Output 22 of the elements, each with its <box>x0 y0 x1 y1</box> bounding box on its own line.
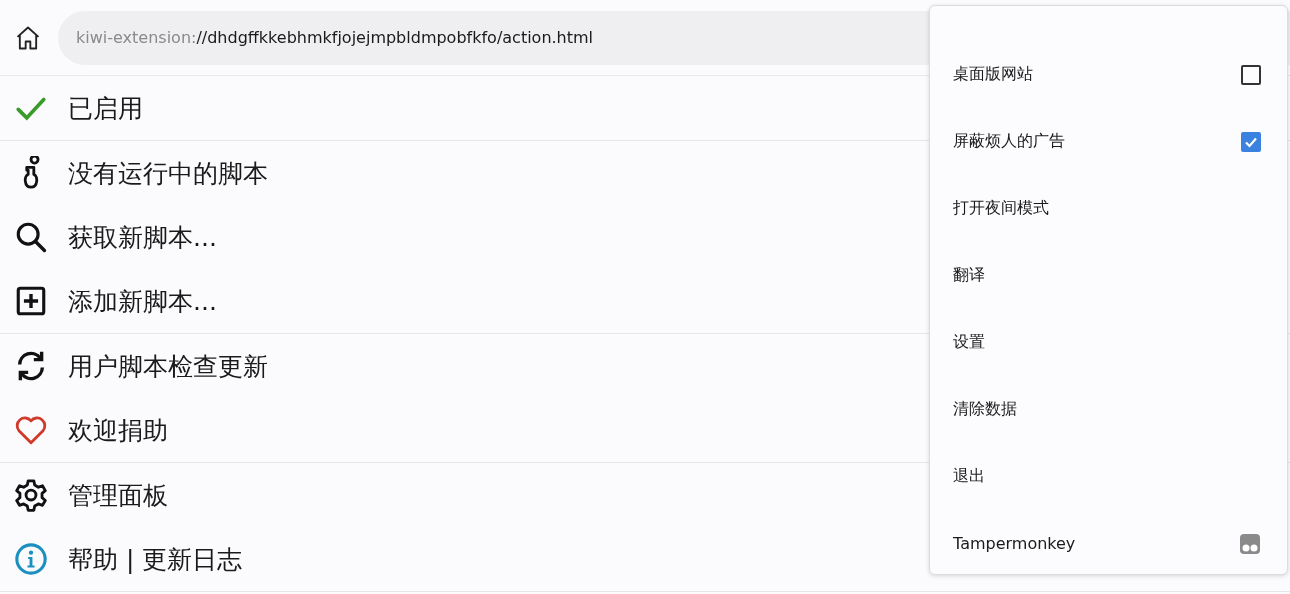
menu-item[interactable]: 屏蔽烦人的广告 <box>930 108 1287 175</box>
menu-item[interactable]: 管理面板 <box>68 478 168 512</box>
menu-item[interactable]: 设置 <box>930 309 1287 376</box>
menu-item[interactable]: 翻译 <box>930 242 1287 309</box>
menu-item[interactable]: 清除数据 <box>930 376 1287 443</box>
search-icon <box>14 220 48 254</box>
checkbox[interactable] <box>1241 131 1261 152</box>
menu-item[interactable]: 帮助 | 更新日志 <box>68 542 243 576</box>
menu-item[interactable]: 获取新脚本... <box>68 220 217 254</box>
menu-item[interactable]: 欢迎捐助 <box>68 413 168 447</box>
menu-item[interactable]: 没有运行中的脚本 <box>68 156 268 190</box>
menu-item[interactable]: 添加新脚本... <box>68 284 217 318</box>
menu-item[interactable]: 退出 <box>930 443 1287 510</box>
menu-item[interactable]: 打开夜间模式 <box>930 175 1287 242</box>
menu-item[interactable]: Tampermonkey <box>930 510 1287 577</box>
menu-item[interactable]: 已启用 <box>68 91 143 125</box>
info-circle-icon <box>14 542 48 576</box>
menu-item[interactable]: 用户脚本检查更新 <box>68 349 268 383</box>
settings-icon <box>14 478 48 512</box>
add-box-icon <box>14 284 48 318</box>
checkbox[interactable] <box>1241 64 1261 85</box>
extension-icon <box>1239 532 1261 555</box>
